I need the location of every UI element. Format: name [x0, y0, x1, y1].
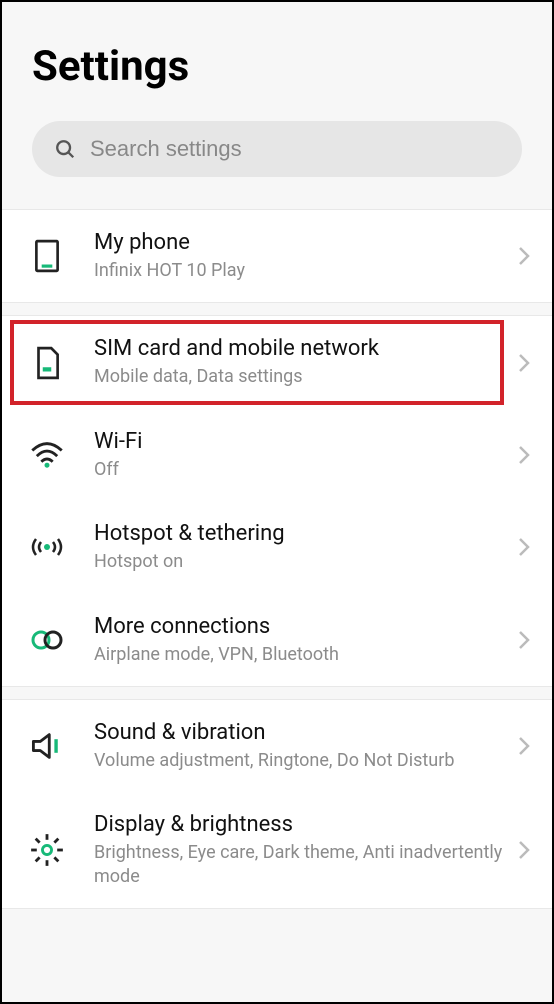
section-network: SIM card and mobile network Mobile data,… [2, 315, 552, 687]
section-device: Sound & vibration Volume adjustment, Rin… [2, 699, 552, 909]
volume-icon [30, 729, 64, 763]
search-box[interactable] [32, 121, 522, 177]
chevron-right-icon [518, 537, 530, 557]
item-title: SIM card and mobile network [94, 336, 508, 361]
item-subtitle: Off [94, 458, 508, 481]
item-title: My phone [94, 230, 508, 255]
item-subtitle: Brightness, Eye care, Dark theme, Anti i… [94, 841, 508, 888]
item-subtitle: Infinix HOT 10 Play [94, 259, 508, 282]
item-text: Display & brightness Brightness, Eye car… [94, 812, 508, 888]
settings-item-sim-card[interactable]: SIM card and mobile network Mobile data,… [2, 316, 552, 408]
item-subtitle: Hotspot on [94, 550, 508, 573]
item-text: My phone Infinix HOT 10 Play [94, 230, 508, 282]
chevron-right-icon [518, 840, 530, 860]
search-icon [54, 138, 76, 160]
link-icon [30, 623, 64, 657]
settings-item-wifi[interactable]: Wi-Fi Off [2, 409, 552, 501]
page-title: Settings [32, 42, 522, 91]
wifi-icon [30, 438, 64, 472]
chevron-right-icon [518, 353, 530, 373]
hotspot-icon [30, 530, 64, 564]
item-title: Sound & vibration [94, 720, 508, 745]
item-title: Hotspot & tethering [94, 521, 508, 546]
chevron-right-icon [518, 246, 530, 266]
chevron-right-icon [518, 630, 530, 650]
settings-item-hotspot[interactable]: Hotspot & tethering Hotspot on [2, 501, 552, 593]
item-text: Hotspot & tethering Hotspot on [94, 521, 508, 573]
settings-item-my-phone[interactable]: My phone Infinix HOT 10 Play [2, 210, 552, 302]
settings-item-display[interactable]: Display & brightness Brightness, Eye car… [2, 792, 552, 908]
sim-icon [30, 346, 64, 380]
item-text: SIM card and mobile network Mobile data,… [94, 336, 508, 388]
section-my-phone: My phone Infinix HOT 10 Play [2, 209, 552, 303]
item-subtitle: Airplane mode, VPN, Bluetooth [94, 643, 508, 666]
brightness-icon [30, 833, 64, 867]
chevron-right-icon [518, 445, 530, 465]
item-text: More connections Airplane mode, VPN, Blu… [94, 614, 508, 666]
settings-item-more-connections[interactable]: More connections Airplane mode, VPN, Blu… [2, 594, 552, 686]
item-title: More connections [94, 614, 508, 639]
item-text: Sound & vibration Volume adjustment, Rin… [94, 720, 508, 772]
item-subtitle: Volume adjustment, Ringtone, Do Not Dist… [94, 749, 508, 772]
item-title: Wi-Fi [94, 429, 508, 454]
settings-item-sound[interactable]: Sound & vibration Volume adjustment, Rin… [2, 700, 552, 792]
item-text: Wi-Fi Off [94, 429, 508, 481]
item-subtitle: Mobile data, Data settings [94, 365, 508, 388]
phone-icon [30, 239, 64, 273]
header: Settings [2, 2, 552, 197]
item-title: Display & brightness [94, 812, 508, 837]
search-input[interactable] [90, 136, 500, 162]
chevron-right-icon [518, 736, 530, 756]
